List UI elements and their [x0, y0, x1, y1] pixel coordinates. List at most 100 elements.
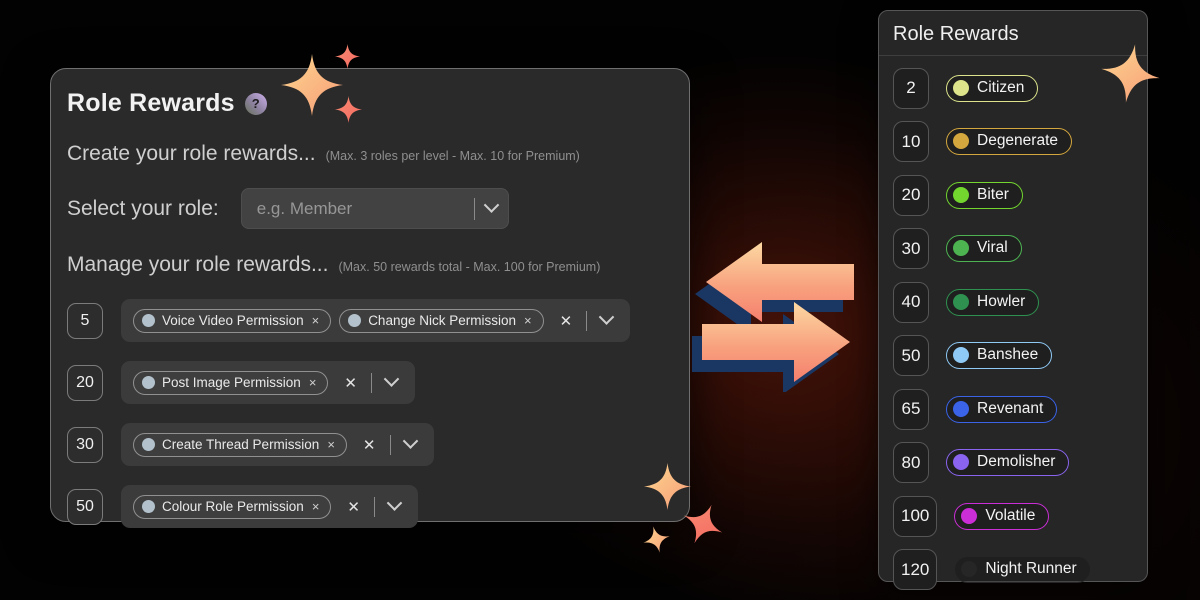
- level-box[interactable]: 5: [67, 303, 103, 339]
- role-color-dot: [953, 401, 969, 417]
- remove-row-icon[interactable]: ✕: [560, 312, 573, 330]
- role-name: Biter: [977, 186, 1009, 204]
- role-select-placeholder: e.g. Member: [257, 199, 468, 219]
- role-pill[interactable]: Night Runner: [954, 556, 1090, 583]
- role-color-dot: [953, 240, 969, 256]
- reward-row-body: Create Thread Permission × ✕: [121, 423, 434, 466]
- level-box[interactable]: 20: [67, 365, 103, 401]
- role-tag-label: Change Nick Permission: [368, 313, 516, 328]
- remove-row-icon[interactable]: ✕: [347, 498, 360, 516]
- manage-heading: Manage your role rewards...: [67, 253, 328, 277]
- role-rewards-config-panel: Role Rewards ? Create your role rewards.…: [50, 68, 690, 522]
- remove-tag-icon[interactable]: ×: [312, 313, 320, 328]
- manage-hint: (Max. 50 rewards total - Max. 100 for Pr…: [338, 260, 600, 274]
- role-tag[interactable]: Create Thread Permission ×: [133, 433, 347, 457]
- page-title: Role Rewards: [67, 89, 235, 118]
- role-color-dot: [953, 347, 969, 363]
- divider: [371, 373, 372, 393]
- level-box[interactable]: 30: [893, 228, 929, 269]
- role-pill[interactable]: Howler: [946, 289, 1039, 316]
- create-hint: (Max. 3 roles per level - Max. 10 for Pr…: [326, 149, 580, 163]
- role-select-dropdown[interactable]: e.g. Member: [241, 188, 509, 229]
- level-box[interactable]: 50: [893, 335, 929, 376]
- level-box[interactable]: 80: [893, 442, 929, 483]
- reward-row-body: Post Image Permission × ✕: [121, 361, 415, 404]
- reward-row: 100 Volatile: [893, 494, 1133, 538]
- role-name: Demolisher: [977, 453, 1055, 471]
- remove-row-icon[interactable]: ✕: [363, 436, 376, 454]
- role-tag-label: Colour Role Permission: [162, 499, 304, 514]
- remove-tag-icon[interactable]: ×: [312, 499, 320, 514]
- role-color-dot: [961, 561, 977, 577]
- divider: [474, 198, 475, 220]
- role-rewards-list-panel: Role Rewards 2 Citizen 10 Degenerate 20 …: [878, 10, 1148, 582]
- role-pill[interactable]: Viral: [946, 235, 1022, 262]
- reward-row: 50 Colour Role Permission × ✕: [67, 485, 689, 528]
- reward-row: 120 Night Runner: [893, 548, 1133, 592]
- role-tag[interactable]: Post Image Permission ×: [133, 371, 328, 395]
- role-pill[interactable]: Banshee: [946, 342, 1052, 369]
- divider: [879, 55, 1147, 56]
- level-box[interactable]: 2: [893, 68, 929, 109]
- swap-arrows-icon: [692, 236, 864, 392]
- role-name: Volatile: [985, 507, 1035, 525]
- level-box[interactable]: 120: [893, 549, 937, 590]
- chevron-down-icon[interactable]: [599, 309, 615, 325]
- role-pill[interactable]: Demolisher: [946, 449, 1069, 476]
- level-box[interactable]: 20: [893, 175, 929, 216]
- role-color-dot: [142, 376, 155, 389]
- panel-title: Role Rewards: [893, 23, 1133, 46]
- chevron-down-icon[interactable]: [384, 371, 400, 387]
- role-name: Citizen: [977, 79, 1024, 97]
- role-tag[interactable]: Colour Role Permission ×: [133, 495, 331, 519]
- level-box[interactable]: 30: [67, 427, 103, 463]
- role-color-dot: [142, 438, 155, 451]
- chevron-down-icon[interactable]: [387, 495, 403, 511]
- level-box[interactable]: 40: [893, 282, 929, 323]
- role-color-dot: [348, 314, 361, 327]
- role-select-row: Select your role: e.g. Member: [67, 188, 689, 229]
- remove-tag-icon[interactable]: ×: [309, 375, 317, 390]
- role-name: Degenerate: [977, 132, 1058, 150]
- create-heading: Create your role rewards...: [67, 142, 316, 166]
- role-color-dot: [953, 80, 969, 96]
- select-role-label: Select your role:: [67, 197, 219, 221]
- remove-tag-icon[interactable]: ×: [327, 437, 335, 452]
- role-pill[interactable]: Degenerate: [946, 128, 1072, 155]
- create-section-heading: Create your role rewards... (Max. 3 role…: [67, 142, 689, 166]
- role-tag[interactable]: Voice Video Permission ×: [133, 309, 331, 333]
- reward-row: 65 Revenant: [893, 387, 1133, 431]
- reward-row: 2 Citizen: [893, 66, 1133, 110]
- level-box[interactable]: 50: [67, 489, 103, 525]
- role-name: Revenant: [977, 400, 1043, 418]
- help-icon[interactable]: ?: [245, 93, 267, 115]
- role-tag-label: Voice Video Permission: [162, 313, 304, 328]
- role-color-dot: [953, 454, 969, 470]
- remove-tag-icon[interactable]: ×: [524, 313, 532, 328]
- level-box[interactable]: 10: [893, 121, 929, 162]
- role-name: Banshee: [977, 346, 1038, 364]
- remove-row-icon[interactable]: ✕: [344, 374, 357, 392]
- chevron-down-icon[interactable]: [483, 197, 499, 213]
- role-pill[interactable]: Volatile: [954, 503, 1049, 530]
- reward-row: 30 Create Thread Permission × ✕: [67, 423, 689, 466]
- divider: [586, 311, 587, 331]
- role-pill[interactable]: Biter: [946, 182, 1023, 209]
- sparkle-icon: [335, 44, 360, 69]
- right-rows: 2 Citizen 10 Degenerate 20 Biter 30 Vira…: [893, 66, 1133, 592]
- role-tag[interactable]: Change Nick Permission ×: [339, 309, 543, 333]
- panel-header: Role Rewards ?: [67, 89, 689, 118]
- role-pill[interactable]: Revenant: [946, 396, 1057, 423]
- reward-row: 40 Howler: [893, 280, 1133, 324]
- reward-row: 30 Viral: [893, 227, 1133, 271]
- manage-section-heading: Manage your role rewards... (Max. 50 rew…: [67, 253, 689, 277]
- role-pill[interactable]: Citizen: [946, 75, 1038, 102]
- reward-row: 20 Post Image Permission × ✕: [67, 361, 689, 404]
- role-color-dot: [142, 314, 155, 327]
- divider: [374, 497, 375, 517]
- chevron-down-icon[interactable]: [402, 433, 418, 449]
- role-name: Night Runner: [985, 560, 1076, 578]
- reward-row: 10 Degenerate: [893, 120, 1133, 164]
- level-box[interactable]: 65: [893, 389, 929, 430]
- level-box[interactable]: 100: [893, 496, 937, 537]
